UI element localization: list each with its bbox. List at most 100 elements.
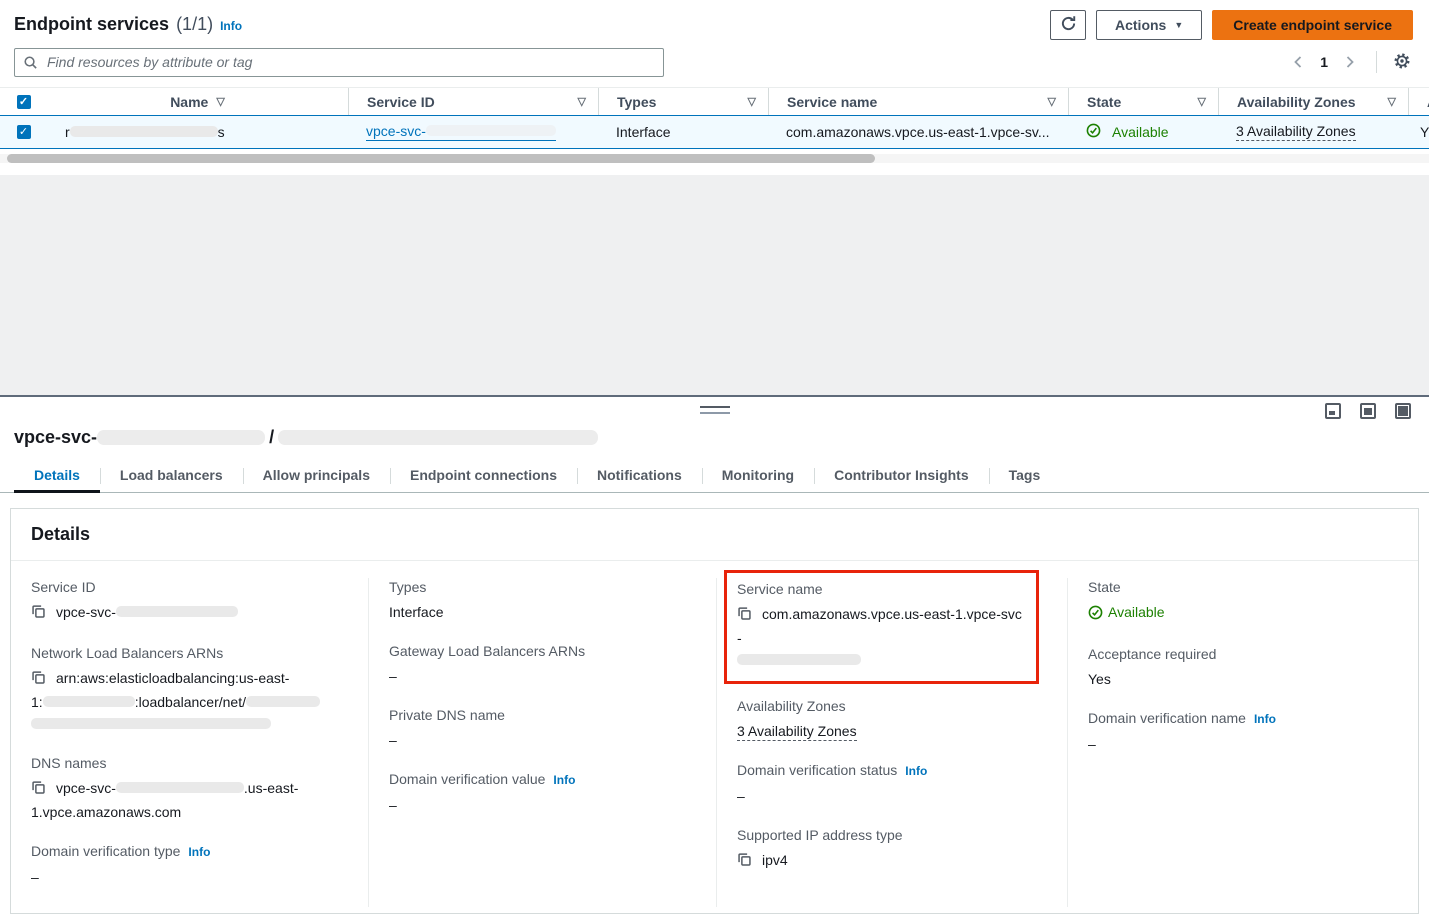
endpoint-services-table: ✓ Name▽Service ID▽Types▽Service name▽Sta… — [0, 87, 1429, 175]
cell-service-name: com.amazonaws.vpce.us-east-1.vpce-sv... — [768, 124, 1068, 140]
redacted-text — [116, 606, 238, 617]
cell-types: Interface — [598, 124, 768, 140]
info-link[interactable]: Info — [188, 845, 210, 859]
details-column-1: Service ID vpce-svc- Network Load Balanc… — [11, 578, 368, 907]
pagination: 1 — [1286, 50, 1413, 75]
divider — [1376, 51, 1377, 73]
column-header-state[interactable]: State▽ — [1068, 88, 1218, 115]
field-supported-ip-address-type: Supported IP address type ipv4 — [737, 826, 1047, 873]
status-available-icon — [1086, 123, 1101, 141]
copy-icon[interactable] — [737, 851, 752, 873]
redacted-text — [426, 125, 556, 136]
field-types: Types Interface — [389, 578, 696, 623]
redacted-text — [116, 782, 244, 793]
panel-size-medium-icon[interactable] — [1360, 403, 1376, 419]
sort-icon[interactable]: ▽ — [1388, 95, 1396, 108]
refresh-button[interactable] — [1050, 10, 1086, 40]
availability-zones-popover-trigger[interactable]: 3 Availability Zones — [1236, 123, 1356, 141]
endpoint-services-header-section: Endpoint services (1/1) Info Actions ▼ C… — [0, 0, 1429, 175]
panel-size-small-icon[interactable] — [1325, 403, 1341, 419]
search-input[interactable] — [14, 48, 664, 77]
copy-icon[interactable] — [31, 779, 46, 801]
cell-partial: Y — [1408, 124, 1429, 140]
table-row[interactable]: ✓ rs vpce-svc- Interface com.amazonaws.v… — [0, 115, 1429, 149]
redacted-text — [31, 718, 271, 729]
column-header-availability-zones[interactable]: Availability Zones▽ — [1218, 88, 1408, 115]
info-link[interactable]: Info — [1254, 712, 1276, 726]
tab-load-balancers[interactable]: Load balancers — [100, 462, 243, 492]
preferences-button[interactable] — [1391, 50, 1413, 75]
select-all-cell: ✓ — [0, 88, 47, 115]
service-id-link[interactable]: vpce-svc- — [366, 123, 556, 141]
field-gateway-lb-arns: Gateway Load Balancers ARNs – — [389, 642, 696, 687]
redacted-text — [97, 430, 265, 445]
chevron-right-icon — [1344, 55, 1356, 69]
copy-icon[interactable] — [737, 605, 752, 627]
scrollbar-thumb[interactable] — [7, 154, 875, 163]
tab-tags[interactable]: Tags — [989, 462, 1061, 492]
sort-icon[interactable]: ▽ — [1048, 95, 1056, 108]
field-nlb-arns: Network Load Balancers ARNs arn:aws:elas… — [31, 644, 348, 735]
details-column-3: Service name com.amazonaws.vpce.us-east-… — [716, 578, 1067, 907]
info-link[interactable]: Info — [553, 773, 575, 787]
tab-details[interactable]: Details — [14, 462, 100, 493]
page-number: 1 — [1314, 54, 1334, 70]
field-private-dns-name: Private DNS name – — [389, 706, 696, 751]
page-count: (1/1) — [176, 14, 213, 35]
chevron-down-icon: ▼ — [1174, 20, 1183, 30]
split-panel-size-controls — [1325, 403, 1411, 419]
previous-page-button[interactable] — [1286, 51, 1310, 73]
details-column-4: State Available Acceptance required Yes … — [1067, 578, 1418, 907]
details-column-2: Types Interface Gateway Load Balancers A… — [368, 578, 716, 907]
field-service-name: Service name com.amazonaws.vpce.us-east-… — [737, 580, 1026, 671]
cell-service-id: vpce-svc- — [348, 123, 598, 141]
field-acceptance-required: Acceptance required Yes — [1088, 645, 1398, 690]
create-endpoint-service-button[interactable]: Create endpoint service — [1212, 10, 1413, 40]
field-state: State Available — [1088, 578, 1398, 626]
tab-contributor-insights[interactable]: Contributor Insights — [814, 462, 989, 492]
page-title: Endpoint services — [14, 14, 169, 35]
row-checkbox[interactable]: ✓ — [17, 125, 31, 139]
tab-notifications[interactable]: Notifications — [577, 462, 702, 492]
next-page-button[interactable] — [1338, 51, 1362, 73]
availability-zones-popover-trigger[interactable]: 3 Availability Zones — [737, 723, 857, 741]
content-background — [0, 175, 1429, 395]
table-header-row: ✓ Name▽Service ID▽Types▽Service name▽Sta… — [0, 87, 1429, 115]
tab-monitoring[interactable]: Monitoring — [702, 462, 814, 492]
tab-endpoint-connections[interactable]: Endpoint connections — [390, 462, 577, 492]
table-bottom-padding — [0, 163, 1429, 175]
search-icon — [23, 55, 38, 73]
gear-icon — [1393, 52, 1411, 73]
search-box — [14, 48, 664, 77]
field-domain-verification-type: Domain verification typeInfo – — [31, 842, 348, 888]
panel-size-large-icon[interactable] — [1395, 403, 1411, 419]
chevron-left-icon — [1292, 55, 1304, 69]
details-card: Details Service ID vpce-svc- Network Loa… — [10, 508, 1419, 914]
copy-icon[interactable] — [31, 603, 46, 625]
field-dns-names: DNS names vpce-svc-.us-east- 1.vpce.amaz… — [31, 754, 348, 823]
info-link[interactable]: Info — [220, 19, 242, 33]
redacted-text — [278, 430, 598, 445]
copy-icon[interactable] — [31, 669, 46, 691]
horizontal-scrollbar[interactable] — [0, 154, 1429, 163]
info-link[interactable]: Info — [905, 764, 927, 778]
column-header-service-name[interactable]: Service name▽ — [768, 88, 1068, 115]
column-header-service-id[interactable]: Service ID▽ — [348, 88, 598, 115]
sort-icon[interactable]: ▽ — [216, 95, 224, 108]
column-header-types[interactable]: Types▽ — [598, 88, 768, 115]
tab-allow-principals[interactable]: Allow principals — [243, 462, 390, 492]
redacted-text — [70, 126, 218, 137]
field-domain-verification-value: Domain verification valueInfo – — [389, 770, 696, 816]
redacted-text — [737, 654, 861, 665]
sort-icon[interactable]: ▽ — [578, 95, 586, 108]
split-panel-drag-handle[interactable] — [700, 406, 730, 414]
split-panel: vpce-svc-/ DetailsLoad balancersAllow pr… — [0, 395, 1429, 887]
column-header-name[interactable]: Name▽ — [47, 88, 348, 115]
details-card-heading: Details — [11, 509, 1418, 561]
field-service-id: Service ID vpce-svc- — [31, 578, 348, 625]
actions-button[interactable]: Actions ▼ — [1096, 10, 1202, 40]
sort-icon[interactable]: ▽ — [748, 95, 756, 108]
column-header-partial[interactable]: A — [1408, 88, 1429, 115]
select-all-checkbox[interactable]: ✓ — [17, 95, 31, 109]
sort-icon[interactable]: ▽ — [1198, 95, 1206, 108]
